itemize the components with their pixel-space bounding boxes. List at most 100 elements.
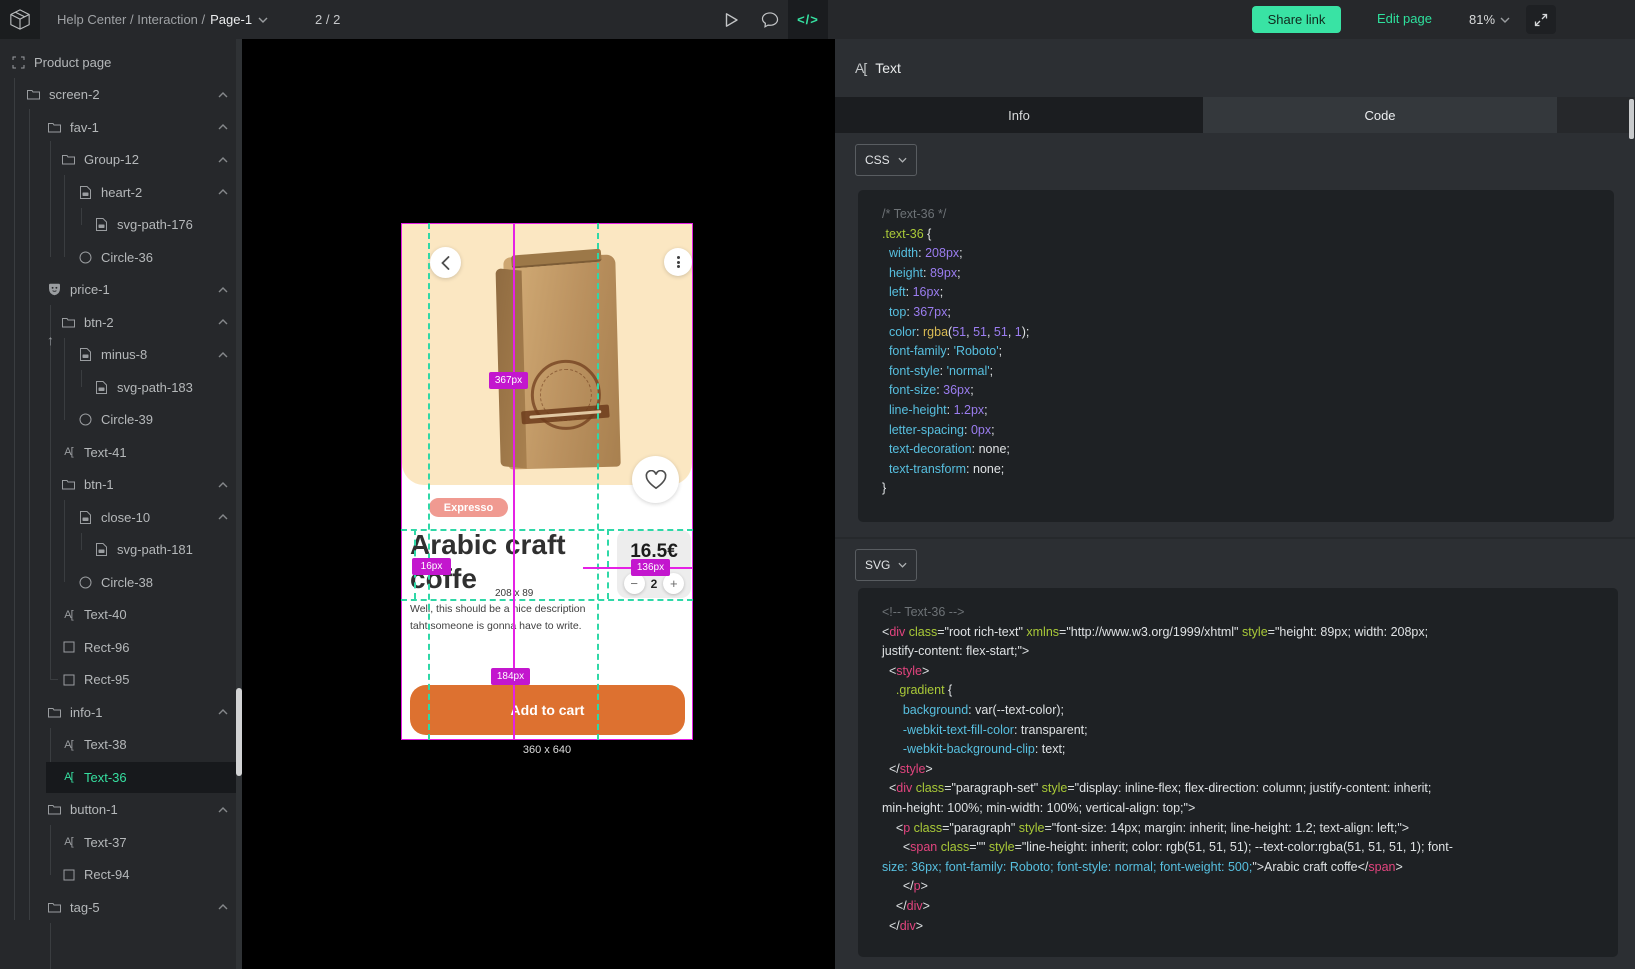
tab-info[interactable]: Info bbox=[835, 97, 1203, 133]
layer-item-tag-5[interactable]: tag-5 bbox=[0, 891, 242, 924]
svgfile-icon bbox=[77, 348, 94, 361]
layer-label: Circle-38 bbox=[101, 575, 153, 590]
plus-button[interactable]: + bbox=[663, 573, 684, 594]
layer-item-screen-2[interactable]: screen-2 bbox=[0, 79, 242, 112]
comment-icon bbox=[761, 12, 779, 28]
sidebar-scrollbar-thumb[interactable] bbox=[236, 688, 242, 776]
layer-item-Circle-39[interactable]: Circle-39 bbox=[0, 404, 242, 437]
chevron-down-icon bbox=[898, 562, 907, 568]
play-button[interactable] bbox=[712, 0, 750, 39]
layer-item-button-1[interactable]: button-1 bbox=[0, 794, 242, 827]
chevron-up-icon[interactable] bbox=[218, 157, 228, 163]
layer-item-Rect-96[interactable]: Rect-96 bbox=[0, 631, 242, 664]
layer-label: Group-12 bbox=[84, 152, 139, 167]
svg-format-select[interactable]: SVG bbox=[855, 549, 917, 581]
breadcrumb[interactable]: Help Center / Interaction / Page-1 bbox=[57, 0, 268, 39]
favorite-button[interactable] bbox=[632, 456, 679, 503]
product-page-frame[interactable]: Expresso Arabic craft coffe 16.5€ − 2 + … bbox=[401, 223, 693, 740]
layer-item-Text-37[interactable]: A[ Text-37 bbox=[0, 826, 242, 859]
code-icon: </> bbox=[797, 12, 819, 27]
folder-icon bbox=[60, 479, 77, 490]
code-line: -webkit-text-fill-color: transparent; bbox=[882, 721, 1618, 741]
layer-label: Rect-95 bbox=[84, 672, 130, 687]
comment-button[interactable] bbox=[751, 0, 789, 39]
chevron-up-icon[interactable] bbox=[218, 709, 228, 715]
sidebar-scrollbar[interactable] bbox=[236, 39, 242, 969]
share-link-button[interactable]: Share link bbox=[1252, 6, 1341, 33]
svg-code-block[interactable]: <!-- Text-36 --><div class="root rich-te… bbox=[858, 588, 1618, 957]
layer-item-btn-1[interactable]: btn-1 bbox=[0, 469, 242, 502]
layer-item-Circle-38[interactable]: Circle-38 bbox=[0, 566, 242, 599]
css-format-select[interactable]: CSS bbox=[855, 144, 917, 176]
layer-item-svg-path-183[interactable]: svg-path-183 bbox=[0, 371, 242, 404]
chevron-up-icon[interactable] bbox=[218, 92, 228, 98]
folder-icon bbox=[25, 89, 42, 100]
layer-item-svg-path-181[interactable]: svg-path-181 bbox=[0, 534, 242, 567]
design-canvas[interactable]: Expresso Arabic craft coffe 16.5€ − 2 + … bbox=[242, 39, 835, 969]
text-layer-icon: A[ bbox=[855, 60, 866, 76]
layer-item-btn-2[interactable]: btn-2 bbox=[0, 306, 242, 339]
layer-item-Circle-36[interactable]: Circle-36 bbox=[0, 241, 242, 274]
fullscreen-button[interactable] bbox=[1526, 5, 1556, 34]
layer-item-info-1[interactable]: info-1 bbox=[0, 696, 242, 729]
chevron-up-icon[interactable] bbox=[218, 319, 228, 325]
zoom-level-control[interactable]: 81% bbox=[1469, 0, 1510, 39]
measure-label: 136px bbox=[631, 559, 670, 576]
css-code-block[interactable]: /* Text-36 */.text-36 { width: 208px; he… bbox=[858, 190, 1614, 522]
chevron-up-icon[interactable] bbox=[218, 352, 228, 358]
code-line: </style> bbox=[882, 760, 1618, 780]
layer-label: Rect-96 bbox=[84, 640, 130, 655]
guide-line bbox=[597, 223, 599, 740]
layer-item-Text-38[interactable]: A[Text-38 bbox=[0, 729, 242, 762]
chevron-up-icon[interactable] bbox=[218, 807, 228, 813]
code-line: /* Text-36 */ bbox=[882, 205, 1614, 225]
layer-label: Text-41 bbox=[84, 445, 127, 460]
panel-header: A[ Text bbox=[835, 39, 1635, 97]
layer-item-Text-36[interactable]: A[Text-36 bbox=[0, 761, 242, 794]
app-logo[interactable] bbox=[0, 0, 40, 39]
layer-label: heart-2 bbox=[101, 185, 142, 200]
layer-item-Rect-95[interactable]: Rect-95 bbox=[0, 664, 242, 697]
layer-label: btn-1 bbox=[84, 477, 114, 492]
layer-item-minus-8[interactable]: minus-8 bbox=[0, 339, 242, 372]
layer-item-fav-1[interactable]: fav-1 bbox=[0, 111, 242, 144]
text-icon: A[ bbox=[60, 739, 77, 751]
layer-item-Text-41[interactable]: A[Text-41 bbox=[0, 436, 242, 469]
layer-item-heart-2[interactable]: heart-2 bbox=[0, 176, 242, 209]
layer-item-Text-40[interactable]: A[Text-40 bbox=[0, 599, 242, 632]
chevron-up-icon[interactable] bbox=[218, 189, 228, 195]
panel-scrollbar-thumb[interactable] bbox=[1629, 99, 1634, 139]
back-button[interactable] bbox=[430, 247, 461, 278]
category-tag[interactable]: Expresso bbox=[429, 498, 508, 517]
layer-label: Text-37 bbox=[84, 835, 127, 850]
add-to-cart-button[interactable]: Add to cart bbox=[410, 685, 685, 735]
code-line: justify-content: flex-start;"> bbox=[882, 642, 1618, 662]
chevron-up-icon[interactable] bbox=[218, 904, 228, 910]
chevron-up-icon[interactable] bbox=[218, 482, 228, 488]
chevron-down-icon[interactable] bbox=[258, 17, 268, 23]
selection-box-edge bbox=[607, 529, 609, 599]
layer-item-Group-12[interactable]: Group-12 bbox=[0, 144, 242, 177]
layer-item-close-10[interactable]: close-10 bbox=[0, 501, 242, 534]
layer-label: svg-path-183 bbox=[117, 380, 193, 395]
chevron-up-icon[interactable] bbox=[218, 124, 228, 130]
layer-item-svg-path-176[interactable]: svg-path-176 bbox=[0, 209, 242, 242]
edit-page-link[interactable]: Edit page bbox=[1377, 11, 1432, 26]
code-line: color: rgba(51, 51, 51, 1); bbox=[882, 323, 1614, 343]
chevron-up-icon[interactable] bbox=[218, 287, 228, 293]
layer-item-Rect-94[interactable]: Rect-94 bbox=[0, 859, 242, 892]
circle-icon bbox=[77, 576, 94, 589]
code-line: height: 89px; bbox=[882, 264, 1614, 284]
code-mode-button[interactable]: </> bbox=[788, 0, 828, 39]
svgfile-icon bbox=[77, 511, 94, 524]
layer-item-price-1[interactable]: price-1 bbox=[0, 274, 242, 307]
tab-code[interactable]: Code bbox=[1203, 97, 1557, 133]
breadcrumb-path: Help Center / Interaction / bbox=[57, 12, 205, 27]
minus-button[interactable]: − bbox=[624, 573, 645, 594]
layer-label: info-1 bbox=[70, 705, 103, 720]
layer-item-Product page[interactable]: Product page bbox=[0, 46, 242, 79]
chevron-up-icon[interactable] bbox=[218, 514, 228, 520]
code-line: background: var(--text-color); bbox=[882, 701, 1618, 721]
text-icon: A[ bbox=[60, 836, 77, 848]
more-menu-button[interactable] bbox=[664, 248, 692, 276]
